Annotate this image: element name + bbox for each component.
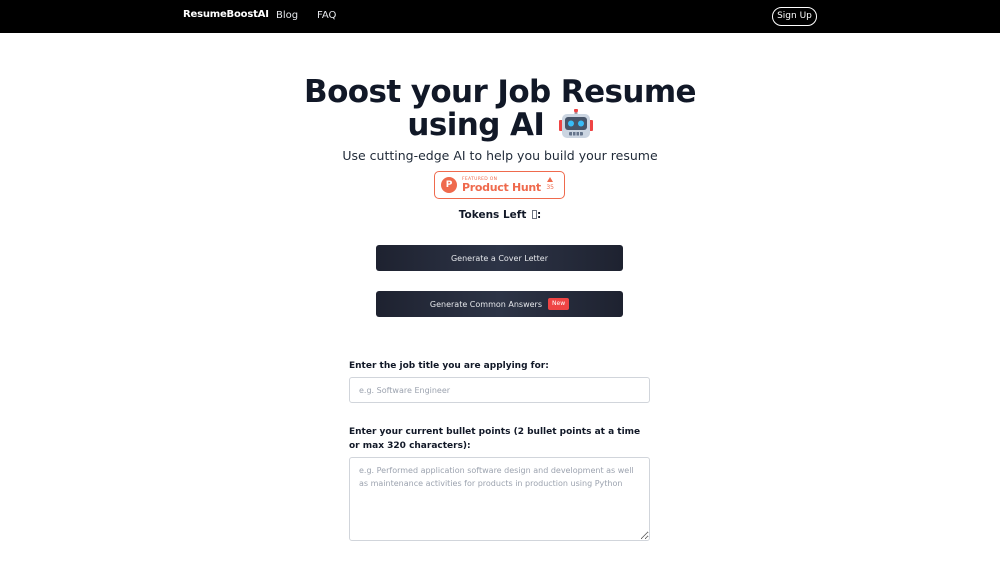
tokens-left-suffix: :: [537, 209, 542, 221]
nav-link-faq[interactable]: FAQ: [317, 10, 336, 21]
hero-subtitle: Use cutting-edge AI to help you build yo…: [342, 148, 658, 163]
product-hunt-logo-icon: P: [441, 177, 457, 193]
product-hunt-badge[interactable]: P FEATURED ON Product Hunt 35: [434, 171, 565, 199]
generate-common-answers-label: Generate Common Answers: [429, 299, 543, 309]
sign-up-button[interactable]: Sign Up: [772, 7, 817, 26]
brand-logo-link[interactable]: ResumeBoostAI: [183, 9, 269, 20]
job-title-input[interactable]: [349, 377, 650, 403]
tokens-left: Tokens Left :: [400, 209, 600, 221]
bullet-points-label: Enter your current bullet points (2 bull…: [349, 427, 641, 451]
hero-title-line1: Boost your Job Resume: [304, 74, 697, 110]
generate-cover-letter-label: Generate a Cover Letter: [450, 253, 549, 263]
robot-icon: [558, 108, 593, 139]
product-hunt-vote-count: 35: [546, 184, 554, 191]
generate-common-answers-button[interactable]: Generate Common Answers New: [376, 291, 623, 317]
job-title-label: Enter the job title you are applying for…: [349, 361, 549, 371]
hero-title-line2: using AI: [407, 107, 545, 143]
generate-cover-letter-button[interactable]: Generate a Cover Letter: [376, 245, 623, 271]
product-hunt-votes: 35: [546, 177, 554, 192]
upvote-arrow-icon: [547, 177, 554, 182]
product-hunt-text: FEATURED ON Product Hunt: [462, 177, 541, 194]
tokens-left-label: Tokens Left: [458, 209, 527, 221]
top-navbar: ResumeBoostAI Blog FAQ Sign Up: [0, 0, 1000, 33]
bullet-points-textarea[interactable]: [349, 457, 650, 541]
new-badge: New: [548, 298, 570, 310]
hero-title: Boost your Job Resume using AI: [250, 76, 750, 142]
product-hunt-name: Product Hunt: [462, 180, 541, 194]
nav-link-blog[interactable]: Blog: [276, 10, 298, 21]
